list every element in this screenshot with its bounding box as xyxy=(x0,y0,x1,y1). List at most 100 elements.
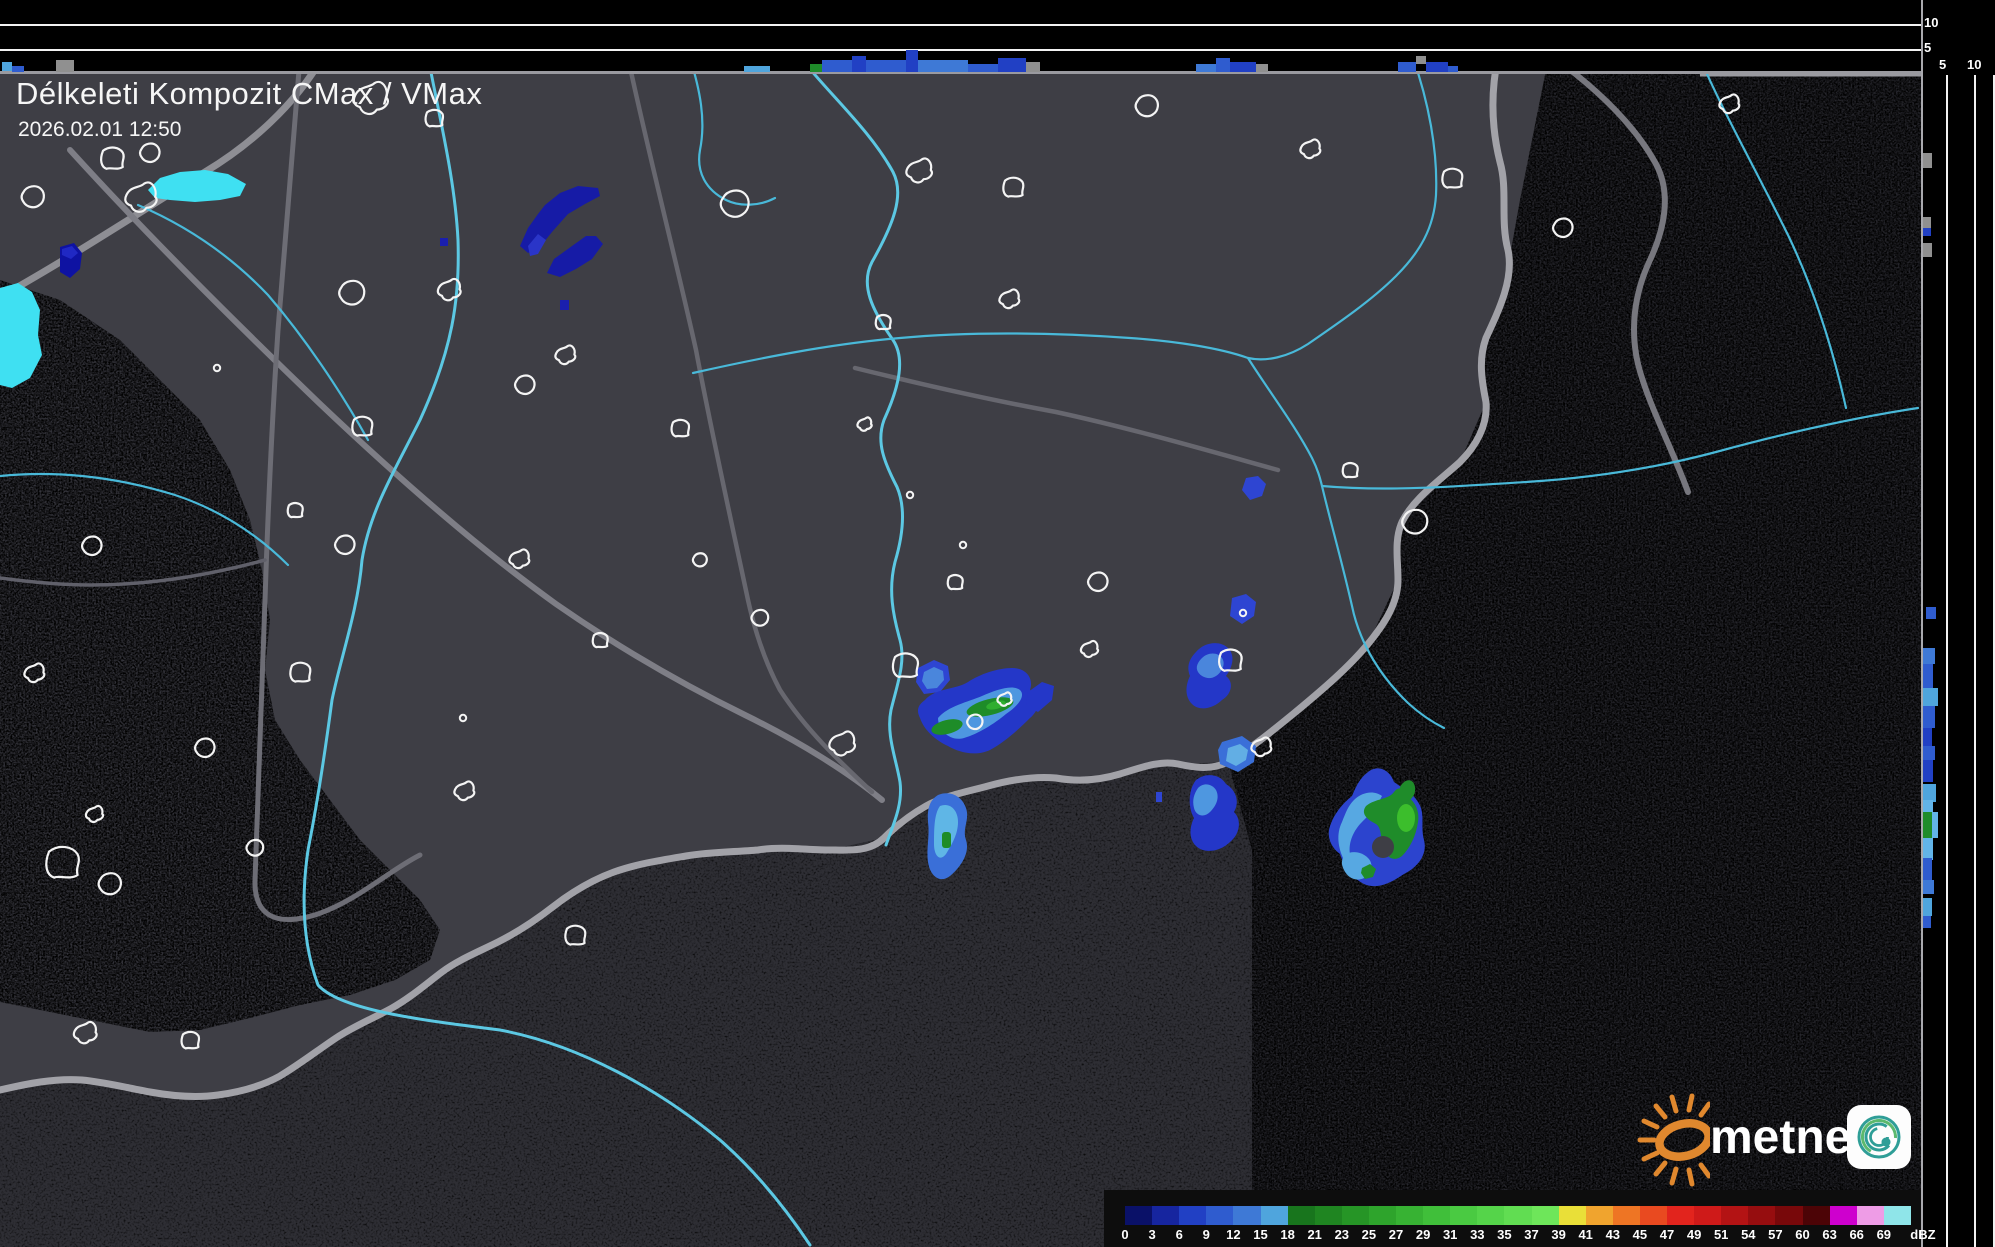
right-profile-echo xyxy=(1923,746,1935,760)
colorbar-segment xyxy=(1423,1206,1451,1225)
top-profile-echo xyxy=(810,64,822,72)
right-profile-gridline xyxy=(1946,75,1948,1247)
sun-icon xyxy=(1637,1093,1710,1187)
dbz-color-scale: 0 3 6 9 12 15 18 21 23 25 27 29 31 33 35 37 39 41 43 45 47 49… xyxy=(1104,1190,1936,1247)
colorbar-tick-label: 54 xyxy=(1741,1227,1756,1242)
colorbar-tick-label: 21 xyxy=(1307,1227,1322,1242)
colorbar-segment xyxy=(1260,1206,1289,1225)
logo-wordmark: metnet xyxy=(1710,1111,1868,1164)
colorbar-segment xyxy=(1667,1206,1695,1225)
top-profile-echo xyxy=(56,60,74,72)
top-profile-echo xyxy=(1026,62,1040,72)
colorbar-tick-label: 31 xyxy=(1442,1227,1458,1242)
colorbar-segment xyxy=(1748,1206,1776,1225)
colorbar-tick-label: 37 xyxy=(1524,1227,1539,1242)
top-height-profile-panel xyxy=(0,0,1921,74)
colorbar-segment xyxy=(1341,1206,1370,1225)
top-profile-gridline xyxy=(0,24,1921,26)
colorbar-segment xyxy=(1531,1206,1560,1225)
colorbar-tick-label: 35 xyxy=(1497,1227,1512,1242)
top-profile-echo xyxy=(998,58,1026,72)
top-profile-echo xyxy=(1256,64,1268,72)
right-profile-echo xyxy=(1923,688,1938,706)
colorbar-tick-label: 18 xyxy=(1280,1227,1295,1242)
colorbar-tick-label: 41 xyxy=(1578,1227,1593,1242)
colorbar-tick-label: 43 xyxy=(1605,1227,1621,1242)
right-profile-scale-label: 10 xyxy=(1967,57,1982,72)
top-profile-echo xyxy=(1448,66,1458,72)
colorbar-segment xyxy=(1314,1206,1343,1225)
right-profile-echo xyxy=(1923,760,1933,782)
top-profile-echo xyxy=(866,60,908,72)
colorbar-tick-label: 29 xyxy=(1415,1227,1431,1242)
colorbar-segment xyxy=(1721,1206,1749,1225)
page-title: Délkeleti Kompozit CMax / VMax xyxy=(16,76,483,111)
colorbar-segment xyxy=(1856,1206,1885,1225)
colorbar-tick-label: 69 xyxy=(1876,1227,1892,1242)
colorbar-segment xyxy=(1450,1206,1478,1225)
top-profile-echo xyxy=(852,56,866,72)
colorbar-tick-label: 0 xyxy=(1121,1227,1129,1242)
colorbar-segment xyxy=(1368,1206,1397,1225)
colorbar-tick-label: 15 xyxy=(1253,1227,1268,1242)
colorbar-tick-label: 39 xyxy=(1551,1227,1566,1242)
colorbar-tick-label: 57 xyxy=(1768,1227,1783,1242)
colorbar-tick-label: 66 xyxy=(1849,1227,1864,1242)
colorbar-tick-label: 12 xyxy=(1226,1227,1241,1242)
colorbar-segment xyxy=(1477,1206,1505,1225)
right-profile-echo xyxy=(1923,217,1931,228)
colorbar-segment xyxy=(1639,1206,1668,1225)
right-profile-echo xyxy=(1923,153,1932,168)
colorbar-tick-label: 9 xyxy=(1202,1227,1210,1242)
colorbar-tick-label: 6 xyxy=(1175,1227,1183,1242)
colorbar-tick-label: 27 xyxy=(1388,1227,1404,1242)
right-profile-echo xyxy=(1923,706,1935,728)
top-profile-scale-label: 10 xyxy=(1924,15,1939,30)
colorbar-segment xyxy=(1125,1206,1153,1225)
colorbar-segment xyxy=(1287,1206,1316,1225)
top-profile-echo xyxy=(1416,56,1426,64)
colorbar-tick-label: 45 xyxy=(1632,1227,1648,1242)
right-profile-scale-label: 5 xyxy=(1939,57,1947,72)
colorbar-segment xyxy=(1694,1206,1722,1225)
right-profile-echo xyxy=(1923,664,1933,688)
right-profile-echo xyxy=(1923,838,1933,860)
right-profile-echo xyxy=(1923,228,1931,236)
timestamp: 2026.02.01 12:50 xyxy=(18,118,182,141)
right-height-profile-panel xyxy=(1921,0,1995,1247)
colorbar-segment xyxy=(1179,1206,1207,1225)
colorbar-tick-label: 60 xyxy=(1795,1227,1810,1242)
colorbar-tick-label: 49 xyxy=(1686,1227,1702,1242)
colorbar-segment xyxy=(1206,1206,1234,1225)
colorbar-tick-label: 23 xyxy=(1334,1227,1350,1242)
colorbar-segment xyxy=(1612,1206,1641,1225)
top-profile-echo xyxy=(744,66,770,72)
top-profile-echo xyxy=(968,64,998,72)
right-profile-echo xyxy=(1923,243,1932,257)
top-profile-echo xyxy=(906,50,918,72)
right-profile-gridline xyxy=(1974,75,1976,1247)
colorbar-segment xyxy=(1396,1206,1424,1225)
right-profile-echo xyxy=(1923,858,1932,882)
top-profile-echo xyxy=(1426,62,1448,72)
colorbar-segment xyxy=(1504,1206,1532,1225)
colorbar-tick-label: 33 xyxy=(1470,1227,1485,1242)
colorbar-tick-label: 3 xyxy=(1148,1227,1156,1242)
colorbar-segment xyxy=(1829,1206,1858,1225)
colorbar-unit-label: dBZ xyxy=(1910,1227,1936,1242)
top-profile-gridline xyxy=(0,49,1921,51)
colorbar-tick-label: 51 xyxy=(1713,1227,1729,1242)
colorbar-segment xyxy=(1802,1206,1831,1225)
colorbar-tick-label: 47 xyxy=(1659,1227,1675,1242)
right-profile-echo xyxy=(1923,812,1932,838)
right-profile-echo xyxy=(1923,916,1931,928)
colorbar-segment xyxy=(1233,1206,1261,1225)
colorbar-tick-label: 63 xyxy=(1822,1227,1837,1242)
top-profile-scale-label: 5 xyxy=(1924,40,1932,55)
top-profile-echo xyxy=(918,60,968,72)
top-profile-echo xyxy=(1196,64,1216,72)
right-profile-echo xyxy=(1923,648,1935,664)
top-profile-echo xyxy=(2,62,12,71)
right-profile-echo xyxy=(1923,728,1932,746)
right-profile-echo xyxy=(1923,898,1932,916)
